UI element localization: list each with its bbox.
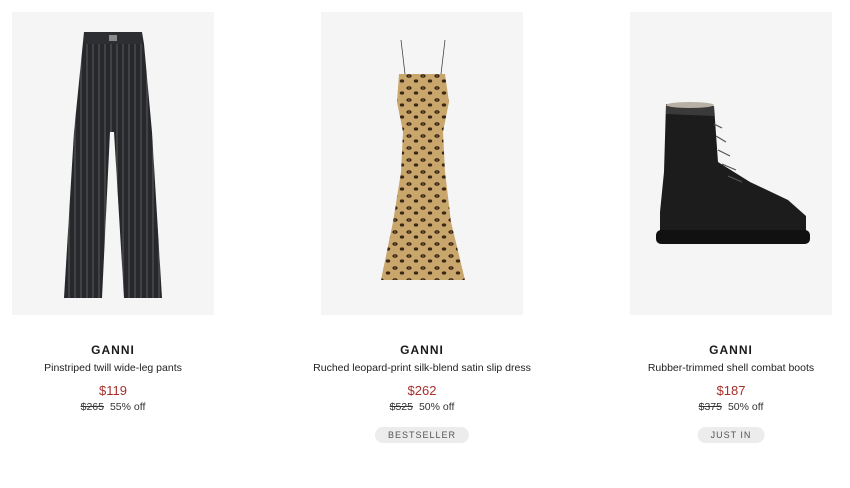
product-brand[interactable]: GANNI <box>0 343 233 357</box>
product-image[interactable] <box>321 12 523 315</box>
product-name[interactable]: Ruched leopard-print silk-blend satin sl… <box>302 362 542 374</box>
price-details: $265 55% off <box>0 401 233 413</box>
product-brand[interactable]: GANNI <box>611 343 850 357</box>
product-image[interactable] <box>630 12 832 315</box>
combat-boots-image <box>656 102 810 244</box>
discount-label: 55% off <box>109 401 146 413</box>
original-price: $375 <box>698 401 722 413</box>
original-price: $265 <box>80 401 104 413</box>
sale-price: $187 <box>716 383 746 398</box>
sale-price: $262 <box>407 383 437 398</box>
product-name[interactable]: Rubber-trimmed shell combat boots <box>611 362 850 374</box>
price-details: $525 50% off <box>302 401 542 413</box>
product-brand[interactable]: GANNI <box>302 343 542 357</box>
bestseller-badge: BESTSELLER <box>374 427 470 443</box>
sale-price: $119 <box>99 383 127 398</box>
pinstriped-pants-image <box>64 32 162 298</box>
product-name[interactable]: Pinstriped twill wide-leg pants <box>0 362 233 374</box>
product-image[interactable] <box>12 12 214 315</box>
original-price: $525 <box>389 401 413 413</box>
discount-label: 50% off <box>418 401 455 413</box>
just-in-badge: JUST IN <box>697 427 765 443</box>
discount-label: 50% off <box>727 401 764 413</box>
leopard-slip-dress-image <box>381 39 465 280</box>
price-details: $375 50% off <box>611 401 850 413</box>
